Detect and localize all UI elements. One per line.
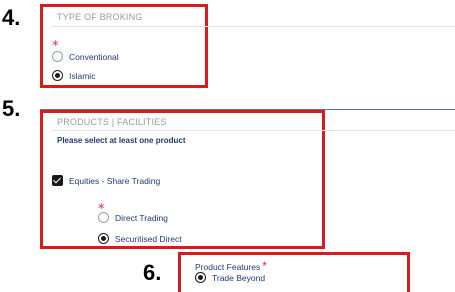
radio-islamic[interactable]: Islamic (52, 70, 95, 81)
step-6-number: 6. (143, 260, 162, 285)
radio-islamic-circle[interactable] (52, 70, 63, 81)
radio-trade-beyond-circle[interactable] (195, 272, 206, 283)
radio-direct-trading[interactable]: Direct Trading (98, 212, 168, 223)
step-4-number: 4. (2, 5, 21, 30)
checkbox-equities[interactable]: Equities - Share Trading (52, 175, 160, 186)
radio-conventional-label: Conventional (69, 51, 119, 62)
radio-trade-beyond[interactable]: Trade Beyond (195, 272, 265, 283)
product-features-required-mark: * (262, 259, 267, 273)
radio-direct-trading-circle[interactable] (98, 212, 109, 223)
radio-direct-trading-label: Direct Trading (115, 212, 168, 223)
products-divider (52, 130, 455, 131)
radio-conventional[interactable]: Conventional (52, 51, 119, 62)
radio-securitised-direct-circle[interactable] (98, 233, 109, 244)
broking-divider (52, 26, 455, 27)
radio-islamic-label: Islamic (69, 70, 96, 81)
radio-conventional-circle[interactable] (52, 51, 63, 62)
product-features-label-text: Product Features (195, 262, 261, 272)
radio-securitised-direct[interactable]: Securitised Direct (98, 233, 182, 244)
products-section-title: PRODUCTS | FACILITIES (57, 117, 167, 127)
radio-securitised-direct-label: Securitised Direct (115, 233, 182, 244)
products-hint: Please select at least one product (57, 136, 186, 145)
product-features-label: Product Features * (195, 259, 267, 273)
broking-section-title: TYPE OF BROKING (57, 12, 143, 22)
equities-checkbox-box[interactable] (52, 175, 63, 186)
radio-trade-beyond-label: Trade Beyond (212, 272, 266, 283)
step-5-number: 5. (2, 96, 21, 121)
equities-checkbox-label: Equities - Share Trading (69, 175, 161, 186)
